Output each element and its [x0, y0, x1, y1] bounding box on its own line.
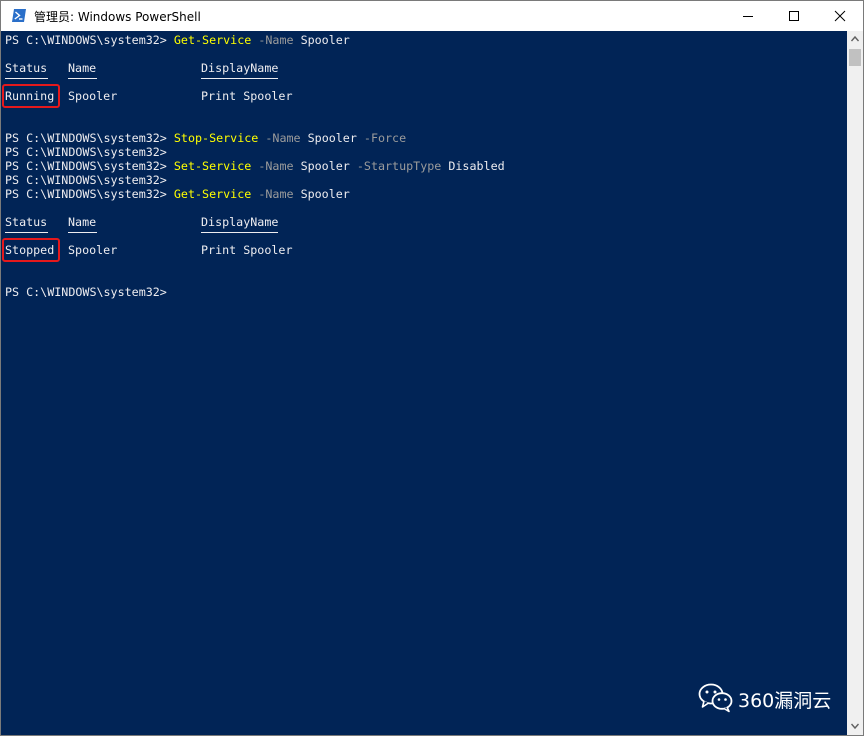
- command-line: PS C:\WINDOWS\system32> Get-Service -Nam…: [5, 187, 350, 201]
- header-underline: [201, 78, 278, 79]
- cmdlet: Set-Service: [173, 159, 252, 173]
- wechat-icon: [698, 683, 733, 713]
- maximize-button[interactable]: [771, 1, 817, 31]
- header-underline: [5, 232, 48, 233]
- prompt-line: PS C:\WINDOWS\system32>: [5, 173, 167, 187]
- column-displayname: DisplayName: [201, 61, 279, 75]
- cmdlet: Get-Service: [173, 33, 252, 47]
- title-bar[interactable]: 管理员: Windows PowerShell: [1, 1, 863, 31]
- argument: Spooler: [293, 187, 350, 201]
- prompt-line: PS C:\WINDOWS\system32>: [5, 145, 167, 159]
- prompt-line: PS C:\WINDOWS\system32>: [5, 285, 167, 299]
- command-line: PS C:\WINDOWS\system32> Get-Service -Nam…: [5, 33, 350, 47]
- watermark-text: 360漏洞云: [738, 690, 832, 712]
- table-header: Status: [5, 215, 47, 229]
- command-line: PS C:\WINDOWS\system32> Set-Service -Nam…: [5, 159, 505, 173]
- parameter: -Name: [251, 187, 294, 201]
- service-name: Spooler: [68, 89, 118, 103]
- cmdlet: Stop-Service: [173, 131, 259, 145]
- parameter: -StartupType: [349, 159, 442, 173]
- header-underline: [68, 78, 97, 79]
- minimize-icon: [743, 16, 753, 17]
- close-icon: [834, 10, 846, 22]
- column-status: Status: [5, 61, 48, 75]
- cmdlet: Get-Service: [173, 187, 252, 201]
- scroll-up-arrow-icon[interactable]: [851, 35, 859, 43]
- service-name: Spooler: [68, 243, 118, 257]
- argument: Spooler: [293, 33, 350, 47]
- column-status: Status: [5, 215, 48, 229]
- maximize-icon: [789, 11, 799, 21]
- command-line: PS C:\WINDOWS\system32> Stop-Service -Na…: [5, 131, 407, 145]
- column-displayname: DisplayName: [201, 215, 279, 229]
- parameter: -Force: [356, 131, 407, 145]
- table-header: Status: [5, 61, 47, 75]
- stopped-highlight-box: [2, 238, 60, 262]
- argument: Spooler: [300, 131, 357, 145]
- minimize-button[interactable]: [725, 1, 771, 31]
- parameter: -Name: [251, 159, 294, 173]
- column-name: Name: [68, 215, 97, 229]
- console-output[interactable]: PS C:\WINDOWS\system32> Get-Service -Nam…: [1, 31, 847, 735]
- powershell-window: 管理员: Windows PowerShell PS C:\WINDOWS\sy…: [0, 0, 864, 736]
- header-underline: [201, 232, 278, 233]
- parameter: -Name: [258, 131, 301, 145]
- watermark: 360漏洞云: [698, 680, 848, 720]
- close-button[interactable]: [817, 1, 863, 31]
- parameter: -Name: [251, 33, 294, 47]
- window-title: 管理员: Windows PowerShell: [34, 10, 201, 24]
- running-highlight-box: [2, 84, 60, 108]
- header-underline: [5, 78, 48, 79]
- service-displayname: Print Spooler: [201, 89, 293, 103]
- scrollbar-thumb[interactable]: [849, 49, 861, 66]
- powershell-icon: [12, 9, 26, 22]
- argument: Disabled: [441, 159, 505, 173]
- column-name: Name: [68, 61, 97, 75]
- service-displayname: Print Spooler: [201, 243, 293, 257]
- scroll-down-arrow-icon[interactable]: [851, 722, 859, 730]
- header-underline: [68, 232, 97, 233]
- vertical-scrollbar[interactable]: [847, 31, 863, 735]
- argument: Spooler: [293, 159, 350, 173]
